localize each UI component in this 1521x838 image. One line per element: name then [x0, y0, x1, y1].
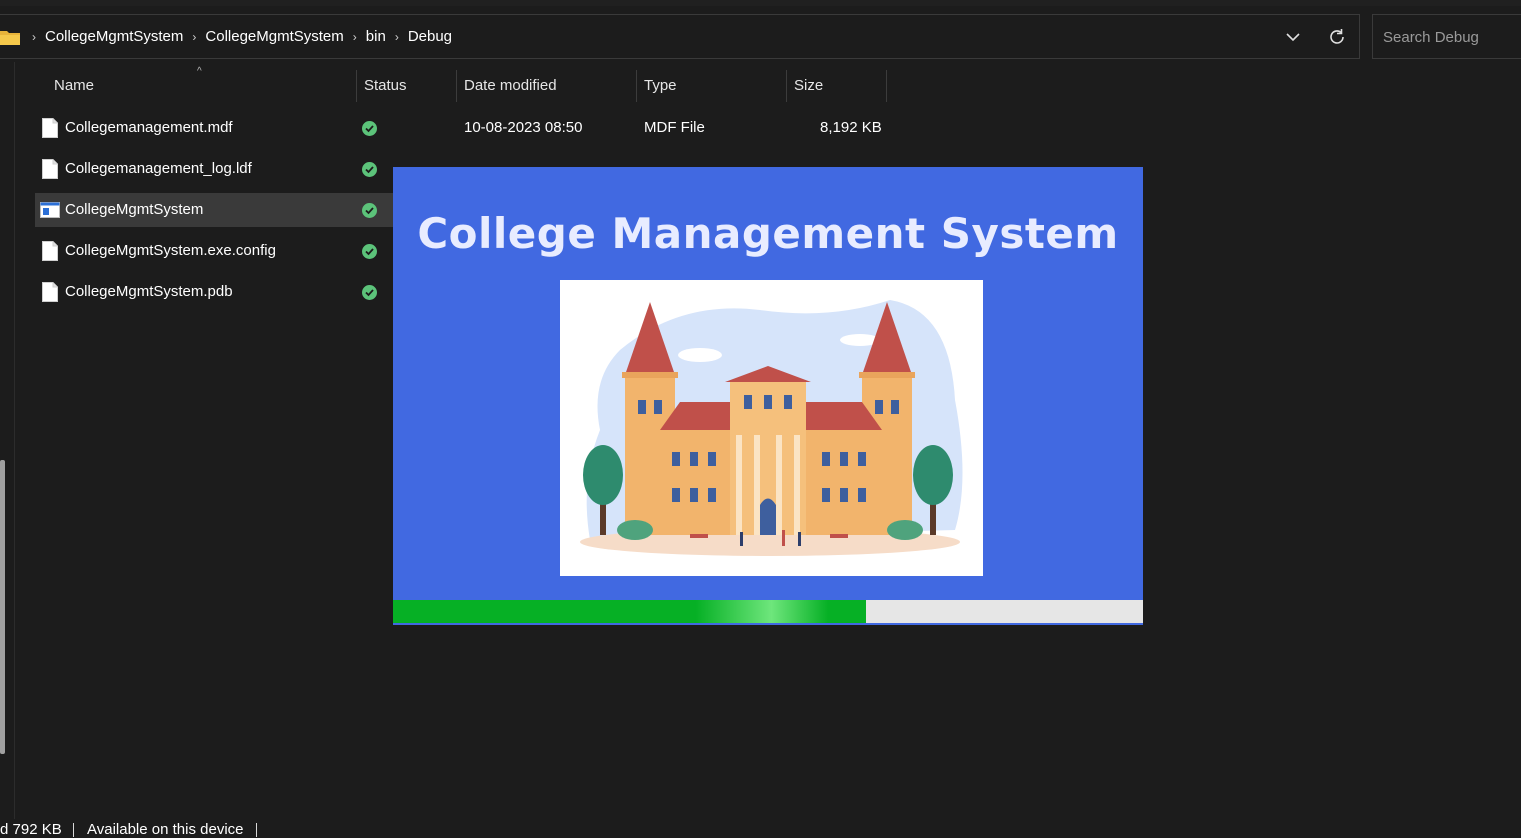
sort-ascending-icon: ^: [197, 66, 202, 77]
splash-title: College Management System: [417, 209, 1119, 258]
status-bar: d 792 KB Available on this device: [0, 819, 1521, 838]
file-icon: [42, 241, 58, 261]
application-icon: [40, 202, 60, 218]
file-name: CollegeMgmtSystem.exe.config: [65, 242, 276, 259]
synced-icon: [362, 162, 377, 177]
file-name: CollegeMgmtSystem: [65, 201, 204, 218]
synced-icon: [362, 121, 377, 136]
chevron-down-icon[interactable]: [1282, 27, 1304, 47]
folder-icon: [0, 31, 20, 45]
file-size: 8,192 KB: [820, 119, 882, 136]
breadcrumb-item[interactable]: Debug: [403, 28, 457, 45]
column-divider[interactable]: [636, 70, 637, 102]
breadcrumb-item[interactable]: CollegeMgmtSystem: [200, 28, 348, 45]
breadcrumb-item[interactable]: CollegeMgmtSystem: [40, 28, 188, 45]
window-top-strip: [0, 0, 1521, 6]
file-name: Collegemanagement_log.ldf: [65, 160, 252, 177]
refresh-icon[interactable]: [1326, 26, 1348, 48]
selection-size-text: d 792 KB: [0, 821, 62, 838]
file-icon: [42, 118, 58, 138]
synced-icon: [362, 203, 377, 218]
address-bar[interactable]: › CollegeMgmtSystem › CollegeMgmtSystem …: [0, 14, 1360, 59]
loading-progress-bar: [393, 600, 1143, 623]
column-name[interactable]: Name: [54, 70, 94, 102]
file-date-modified: 10-08-2023 08:50: [464, 119, 583, 136]
file-type: MDF File: [644, 119, 705, 136]
navigation-pane-divider: [14, 62, 15, 822]
file-row[interactable]: CollegeMgmtSystem: [35, 193, 395, 227]
availability-status: Available on this device: [87, 821, 244, 838]
file-row[interactable]: Collegemanagement.mdf: [35, 111, 395, 145]
splash-screen: College Management System: [393, 167, 1143, 625]
breadcrumb-separator: ›: [32, 29, 36, 44]
breadcrumb-separator: ›: [394, 29, 399, 44]
file-icon: [42, 282, 58, 302]
breadcrumb-item[interactable]: bin: [361, 28, 391, 45]
loading-progress-fill: [393, 600, 866, 623]
breadcrumb: › CollegeMgmtSystem › CollegeMgmtSystem …: [28, 15, 457, 58]
column-date-modified[interactable]: Date modified: [464, 70, 557, 102]
column-divider[interactable]: [356, 70, 357, 102]
column-divider[interactable]: [786, 70, 787, 102]
breadcrumb-separator: ›: [192, 29, 197, 44]
navigation-scrollbar[interactable]: [0, 460, 5, 754]
file-row[interactable]: CollegeMgmtSystem.exe.config: [35, 234, 395, 268]
file-row[interactable]: Collegemanagement_log.ldf: [35, 152, 395, 186]
column-divider[interactable]: [456, 70, 457, 102]
breadcrumb-separator: ›: [352, 29, 357, 44]
file-name: Collegemanagement.mdf: [65, 119, 233, 136]
column-type[interactable]: Type: [644, 70, 677, 102]
status-separator: [256, 823, 257, 837]
synced-icon: [362, 285, 377, 300]
file-icon: [42, 159, 58, 179]
synced-icon: [362, 244, 377, 259]
status-separator: [73, 823, 74, 837]
file-name: CollegeMgmtSystem.pdb: [65, 283, 233, 300]
column-divider[interactable]: [886, 70, 887, 102]
column-status[interactable]: Status: [364, 70, 407, 102]
column-size[interactable]: Size: [794, 70, 823, 102]
college-building-illustration: [560, 280, 983, 576]
file-row[interactable]: CollegeMgmtSystem.pdb: [35, 275, 395, 309]
search-input[interactable]: Search Debug: [1372, 14, 1521, 59]
